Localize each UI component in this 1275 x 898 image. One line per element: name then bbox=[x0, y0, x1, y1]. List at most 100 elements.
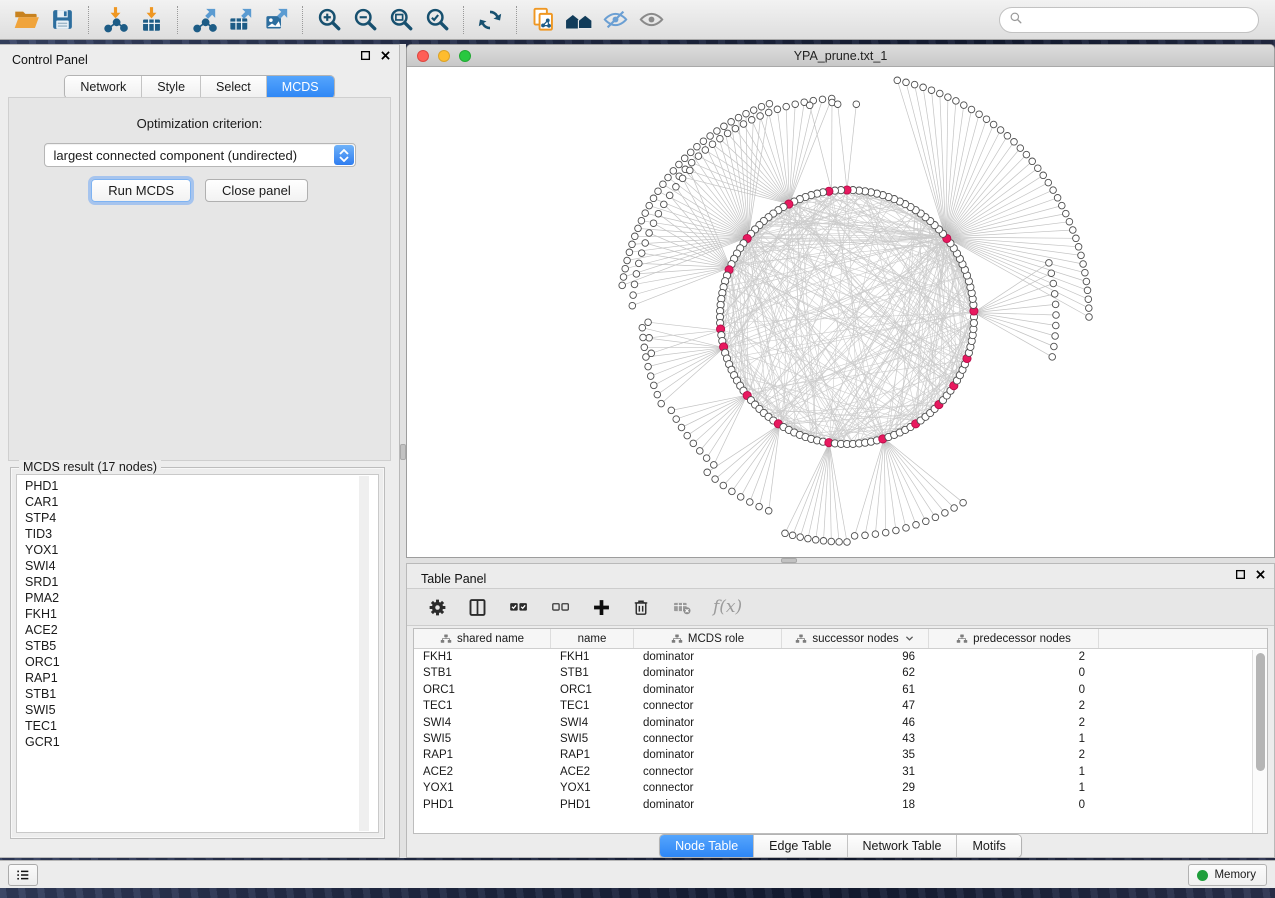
tab-mcds[interactable]: MCDS bbox=[267, 76, 334, 98]
network-canvas[interactable] bbox=[407, 67, 1274, 557]
function-builder-button[interactable]: f(x) bbox=[713, 597, 742, 617]
result-node[interactable]: RAP1 bbox=[25, 670, 378, 686]
first-neighbors-button[interactable] bbox=[561, 4, 597, 36]
result-list-scrollbar[interactable] bbox=[359, 476, 369, 831]
result-node[interactable]: CAR1 bbox=[25, 494, 378, 510]
result-node[interactable]: YOX1 bbox=[25, 542, 378, 558]
zoom-selected-button[interactable] bbox=[419, 4, 455, 36]
result-node[interactable]: STB5 bbox=[25, 638, 378, 654]
result-node[interactable]: TEC1 bbox=[25, 718, 378, 734]
close-window-icon[interactable] bbox=[417, 50, 429, 62]
column-header-predecessor-nodes[interactable]: predecessor nodes bbox=[929, 629, 1099, 648]
apply-preferred-layout-button[interactable] bbox=[472, 4, 508, 36]
close-panel-action-button[interactable]: Close panel bbox=[205, 179, 308, 202]
search-input[interactable] bbox=[1029, 13, 1258, 27]
tab-style[interactable]: Style bbox=[142, 76, 201, 98]
minimize-window-icon[interactable] bbox=[438, 50, 450, 62]
save-session-button[interactable] bbox=[44, 4, 80, 36]
result-node[interactable]: SWI5 bbox=[25, 702, 378, 718]
cell-predecessor-nodes: 0 bbox=[929, 665, 1099, 681]
zoom-in-button[interactable] bbox=[311, 4, 347, 36]
result-node[interactable]: PMA2 bbox=[25, 590, 378, 606]
eye-slash-icon bbox=[602, 6, 629, 33]
column-header-name[interactable]: name bbox=[551, 629, 634, 648]
table-settings-button[interactable] bbox=[427, 597, 448, 618]
zoom-fit-icon bbox=[388, 6, 415, 33]
column-label: successor nodes bbox=[812, 633, 898, 645]
result-node[interactable]: GCR1 bbox=[25, 734, 378, 750]
table-row[interactable]: FKH1FKH1dominator962 bbox=[414, 649, 1267, 665]
memory-label: Memory bbox=[1214, 869, 1256, 881]
result-node[interactable]: ACE2 bbox=[25, 622, 378, 638]
column-header-MCDS-role[interactable]: MCDS role bbox=[634, 629, 782, 648]
select-all-rows-button[interactable] bbox=[507, 597, 530, 618]
table-row[interactable]: RAP1RAP1dominator352 bbox=[414, 747, 1267, 763]
table-row[interactable]: STB1STB1dominator620 bbox=[414, 665, 1267, 681]
run-mcds-button[interactable]: Run MCDS bbox=[91, 179, 191, 202]
table-tab-node-table[interactable]: Node Table bbox=[660, 835, 754, 857]
float-panel-button[interactable] bbox=[360, 50, 371, 61]
node-table: shared namename MCDS role successor nodes p… bbox=[413, 628, 1268, 834]
mcds-result-list[interactable]: PHD1CAR1STP4TID3YOX1SWI4SRD1PMA2FKH1ACE2… bbox=[16, 474, 379, 833]
cell-predecessor-nodes: 2 bbox=[929, 747, 1099, 763]
table-row[interactable]: TEC1TEC1connector472 bbox=[414, 698, 1267, 714]
tab-select[interactable]: Select bbox=[201, 76, 267, 98]
task-history-button[interactable] bbox=[8, 864, 38, 886]
import-network-button[interactable] bbox=[97, 4, 133, 36]
cell-shared-name: RAP1 bbox=[414, 747, 551, 763]
table-row[interactable]: SWI4SWI4dominator462 bbox=[414, 715, 1267, 731]
deselect-all-rows-button[interactable] bbox=[549, 597, 572, 618]
table-scrollbar[interactable] bbox=[1252, 650, 1267, 833]
table-row[interactable]: PHD1PHD1dominator180 bbox=[414, 797, 1267, 813]
hide-selected-button[interactable] bbox=[597, 4, 633, 36]
zoom-out-button[interactable] bbox=[347, 4, 383, 36]
toggle-column-panel-button[interactable] bbox=[467, 597, 488, 618]
cell-shared-name: YOX1 bbox=[414, 780, 551, 796]
result-node[interactable]: PHD1 bbox=[25, 478, 378, 494]
column-header-successor-nodes[interactable]: successor nodes bbox=[782, 629, 929, 648]
tab-network[interactable]: Network bbox=[65, 76, 142, 98]
table-scrollbar-thumb[interactable] bbox=[1256, 653, 1265, 771]
delete-table-button[interactable] bbox=[670, 597, 694, 617]
add-column-button[interactable] bbox=[591, 597, 612, 618]
table-tab-edge-table[interactable]: Edge Table bbox=[754, 835, 847, 857]
mcds-result-title: MCDS result (17 nodes) bbox=[19, 460, 161, 474]
column-header-shared-name[interactable]: shared name bbox=[414, 629, 551, 648]
memory-status-icon bbox=[1197, 870, 1208, 881]
close-table-panel-button[interactable] bbox=[1255, 569, 1266, 580]
optimization-criterion-select[interactable]: largest connected component (undirected) bbox=[44, 143, 356, 167]
result-node[interactable]: SRD1 bbox=[25, 574, 378, 590]
network-titlebar[interactable]: YPA_prune.txt_1 bbox=[407, 45, 1274, 67]
network-window: YPA_prune.txt_1 bbox=[406, 44, 1275, 558]
zoom-fit-button[interactable] bbox=[383, 4, 419, 36]
result-node[interactable]: ORC1 bbox=[25, 654, 378, 670]
memory-button[interactable]: Memory bbox=[1188, 864, 1267, 886]
cell-shared-name: PHD1 bbox=[414, 797, 551, 813]
result-node[interactable]: STB1 bbox=[25, 686, 378, 702]
show-all-button[interactable] bbox=[633, 4, 669, 36]
float-table-panel-button[interactable] bbox=[1235, 569, 1246, 580]
result-node[interactable]: FKH1 bbox=[25, 606, 378, 622]
column-label: MCDS role bbox=[688, 633, 744, 645]
result-node[interactable]: SWI4 bbox=[25, 558, 378, 574]
clone-network-button[interactable] bbox=[525, 4, 561, 36]
table-row[interactable]: ACE2ACE2connector311 bbox=[414, 764, 1267, 780]
search-box[interactable] bbox=[999, 7, 1259, 33]
table-row[interactable]: YOX1YOX1connector291 bbox=[414, 780, 1267, 796]
table-row[interactable]: SWI5SWI5connector431 bbox=[414, 731, 1267, 747]
open-session-button[interactable] bbox=[8, 4, 44, 36]
table-tab-network-table[interactable]: Network Table bbox=[848, 835, 958, 857]
open-folder-icon bbox=[13, 6, 40, 33]
close-panel-button[interactable] bbox=[380, 50, 391, 61]
table-tab-motifs[interactable]: Motifs bbox=[957, 835, 1020, 857]
plus-icon bbox=[591, 597, 612, 618]
table-row[interactable]: ORC1ORC1dominator610 bbox=[414, 682, 1267, 698]
result-node[interactable]: STP4 bbox=[25, 510, 378, 526]
export-table-button[interactable] bbox=[222, 4, 258, 36]
export-image-button[interactable] bbox=[258, 4, 294, 36]
maximize-window-icon[interactable] bbox=[459, 50, 471, 62]
export-network-button[interactable] bbox=[186, 4, 222, 36]
import-table-button[interactable] bbox=[133, 4, 169, 36]
delete-column-button[interactable] bbox=[631, 597, 651, 618]
result-node[interactable]: TID3 bbox=[25, 526, 378, 542]
